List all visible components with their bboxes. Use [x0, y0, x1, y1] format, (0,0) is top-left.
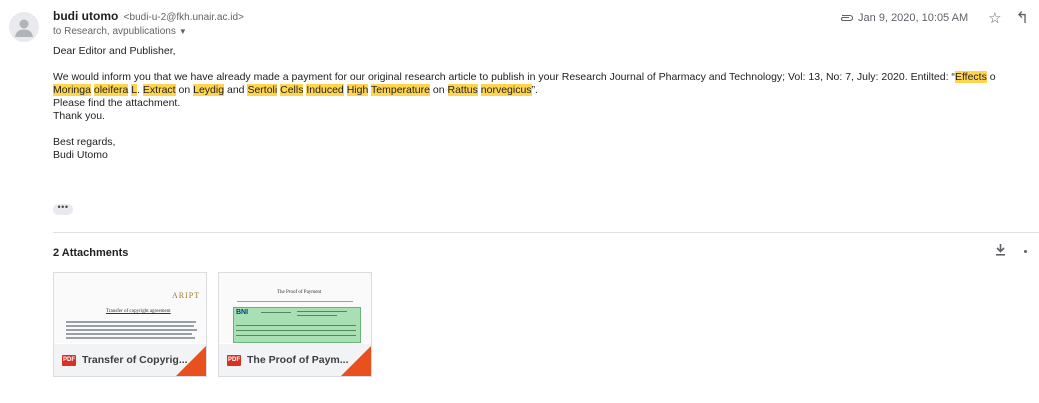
greeting: Dear Editor and Publisher, [53, 45, 176, 57]
sender-name[interactable]: budi utomo [53, 9, 118, 23]
person-icon [15, 19, 33, 37]
highlight-word: Extract [142, 84, 176, 96]
star-icon[interactable]: ☆ [988, 9, 1001, 27]
body-text: ”. [531, 84, 538, 96]
attachment-name-2: The Proof of Paym... [247, 354, 349, 366]
attachments-actions [995, 243, 1027, 259]
preview-logo: ARIPT [172, 291, 201, 300]
attachment-card-2[interactable]: The Proof of Payment BNI PDF The Proof o… [218, 272, 372, 377]
highlight-word: High [346, 84, 369, 96]
body-text: on [429, 84, 448, 96]
divider [53, 232, 1039, 233]
highlight-word: Sertoli [247, 84, 278, 96]
highlight-word: Moringa [53, 84, 91, 96]
sender-avatar[interactable] [9, 12, 39, 42]
sender-line: budi utomo <budi-u-2@fkh.unair.ac.id> [53, 9, 244, 23]
highlight-word: Effects [954, 71, 987, 83]
attachments-title: 2 Attachments [53, 247, 129, 259]
highlight-word: oleifera [93, 84, 129, 96]
body-text: o [986, 71, 996, 83]
highlight-word: Rattus [447, 84, 478, 96]
pdf-icon: PDF [227, 354, 241, 366]
attachment-card-1[interactable]: ARIPT Transfer of copyright agreement PD… [53, 272, 207, 377]
message-body: Dear Editor and Publisher, We would info… [53, 45, 1039, 162]
body-text: on [175, 84, 194, 96]
body-line-4: Thank you. [53, 110, 105, 122]
preview-brand: BNI [236, 309, 249, 316]
body-text: and [224, 84, 248, 96]
attachment-preview-2: The Proof of Payment BNI [219, 273, 371, 343]
highlight-word: Leydig [193, 84, 225, 96]
preview-heading: The Proof of Payment [277, 290, 322, 295]
attachment-name-1: Transfer of Copyrig... [82, 354, 188, 366]
body-line-2: Moringa oleifera L. Extract on Leydig an… [53, 84, 1039, 97]
message-date: Jan 9, 2020, 10:05 AM [858, 12, 969, 24]
message-meta: Jan 9, 2020, 10:05 AM ☆ ↰ [839, 8, 1029, 28]
sender-email: <budi-u-2@fkh.unair.ac.id> [123, 12, 244, 23]
signature: Budi Utomo [53, 149, 108, 161]
fold-corner [341, 346, 371, 376]
recipients-line[interactable]: to Research, avpublications ▼ [53, 26, 187, 37]
reply-icon[interactable]: ↰ [1016, 8, 1029, 28]
attachment-icon [839, 14, 854, 23]
show-trimmed-content-button[interactable]: ••• [53, 203, 73, 215]
highlight-word: norvegicus [480, 84, 532, 96]
attachment-preview-1: ARIPT Transfer of copyright agreement [54, 273, 206, 343]
highlight-word: Cells [280, 84, 304, 96]
body-line-3: Please find the attachment. [53, 97, 181, 109]
download-all-icon[interactable] [995, 243, 1006, 259]
body-line-1-text: We would inform you that we have already… [53, 71, 955, 83]
body-line-1: We would inform you that we have already… [53, 71, 1039, 84]
closing: Best regards, [53, 136, 116, 148]
preview-heading: Transfer of copyright agreement [106, 309, 171, 314]
fold-corner [176, 346, 206, 376]
more-options-icon[interactable] [1024, 249, 1027, 253]
highlight-word: Induced [306, 84, 344, 96]
recipients-text: to Research, avpublications [53, 26, 176, 37]
chevron-down-icon[interactable]: ▼ [179, 27, 187, 36]
pdf-icon: PDF [62, 354, 76, 366]
highlight-word: Temperature [371, 84, 430, 96]
